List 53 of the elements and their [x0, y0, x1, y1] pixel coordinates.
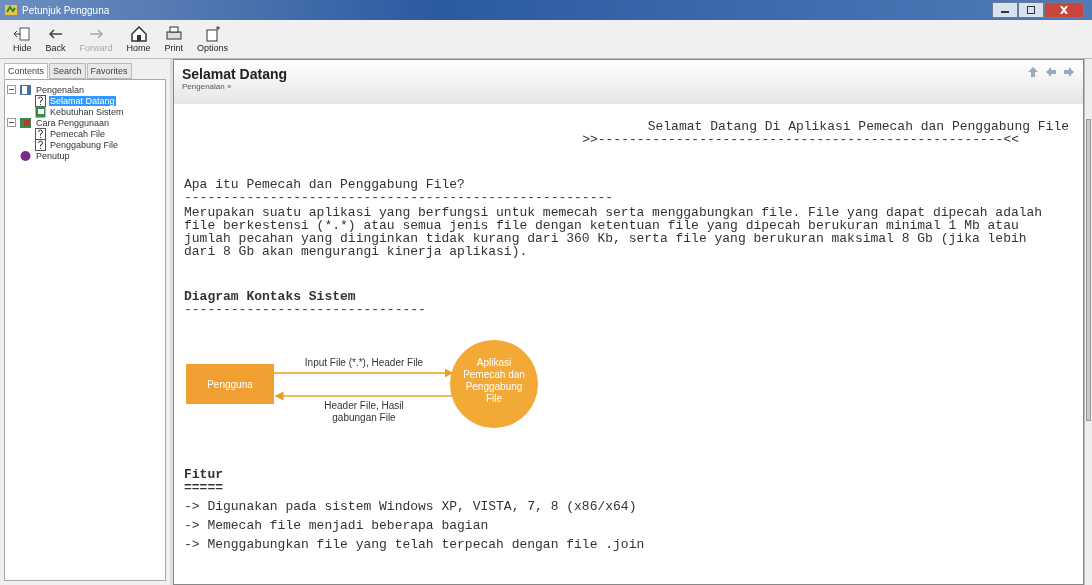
tree-toggle-icon[interactable]: [7, 85, 16, 94]
nav-tab[interactable]: Search: [49, 63, 86, 79]
banner-text: Selamat Datang Di Aplikasi Pemecah dan Penggabung File: [647, 120, 1069, 133]
description-paragraph: Merupakan suatu aplikasi yang berfungsi untuk memecah serta menggabungkan file. File yang dapat dipecah adalah file berkestensi (*.*) atau semua jenis file dengan ketentuan file yang dipecah berukuran minimal 1 Mb atau jumlah pecahan yang diinginkan tidak kurang dari 360 Kb, serta file yang berukuran maksimal 8 Gb (jika lebih dari 8 Gb akan mengurangi kinerja aplikasi).: [184, 206, 1044, 258]
dashed-rule: -------------------------------: [184, 303, 427, 316]
minimize-button[interactable]: [992, 2, 1018, 18]
app-icon: [4, 3, 18, 17]
tree-item[interactable]: Penggabung File: [49, 139, 120, 150]
feature-item: -> Digunakan pada sistem Windows XP, VISTA, 7, 8 (x86/x64): [184, 500, 638, 513]
house-icon: [129, 25, 148, 43]
back-button[interactable]: Back: [42, 25, 69, 53]
maximize-icon: [1026, 6, 1036, 14]
book-icon: [19, 83, 32, 96]
flow-label: Input File (*.*), Header File: [304, 357, 424, 368]
nav-tab[interactable]: Contents: [4, 63, 49, 79]
book-icon: [19, 116, 32, 129]
pane-arrow-icon: [13, 25, 32, 43]
topic-title: Selamat Datang: [182, 66, 288, 82]
page-icon: [35, 105, 46, 118]
process-label: Aplikasi Pemecah dan Penggabung File: [462, 356, 526, 405]
tree-toggle-icon[interactable]: [7, 118, 16, 127]
feature-item: -> Memecah file menjadi beberapa bagian: [184, 519, 490, 532]
close-button[interactable]: [1044, 2, 1084, 18]
nav-tab[interactable]: Favorites: [86, 63, 132, 79]
gem-icon: [19, 149, 32, 162]
double-rule: =====: [184, 481, 224, 494]
maximize-button[interactable]: [1018, 2, 1044, 18]
entity-label: Pengguna: [207, 379, 253, 390]
tree-item[interactable]: Penutup: [35, 150, 71, 161]
feature-item: -> Menggabungkan file yang telah terpecah dengan file .join: [184, 538, 646, 551]
section-heading: Fitur: [184, 468, 224, 481]
banner-rule: >>----------------------------------------------------<<: [582, 133, 1019, 146]
hide-button[interactable]: Hide: [10, 25, 35, 53]
tree-item[interactable]: Kebutuhan Sistem: [49, 106, 125, 117]
scrollbar[interactable]: [1084, 59, 1092, 585]
tree-item[interactable]: Pengenalan: [35, 84, 86, 95]
window-title: Petunjuk Pengguna: [22, 4, 110, 16]
print-button[interactable]: Print: [161, 25, 187, 53]
printer-icon: [164, 25, 183, 43]
page-plus-icon: [203, 25, 222, 43]
section-heading: Diagram Kontaks Sistem: [184, 290, 357, 303]
dashed-rule: -------------------------------------------------------: [184, 191, 615, 204]
options-button[interactable]: Options: [194, 25, 232, 53]
home-button[interactable]: Home: [123, 25, 154, 53]
help-page-icon: [35, 127, 46, 140]
help-page-icon: [35, 94, 46, 107]
help-page-icon: [35, 138, 46, 151]
flow-label: Header File, Hasil gabungan File: [323, 400, 405, 424]
tree-item[interactable]: Cara Penggunaan: [35, 117, 111, 128]
close-icon: [1059, 6, 1069, 14]
tree-item[interactable]: Pemecah File: [49, 128, 107, 139]
breadcrumb-link[interactable]: Pengenalan »: [182, 82, 288, 91]
section-heading: Apa itu Pemecah dan Penggabung File?: [184, 178, 466, 191]
